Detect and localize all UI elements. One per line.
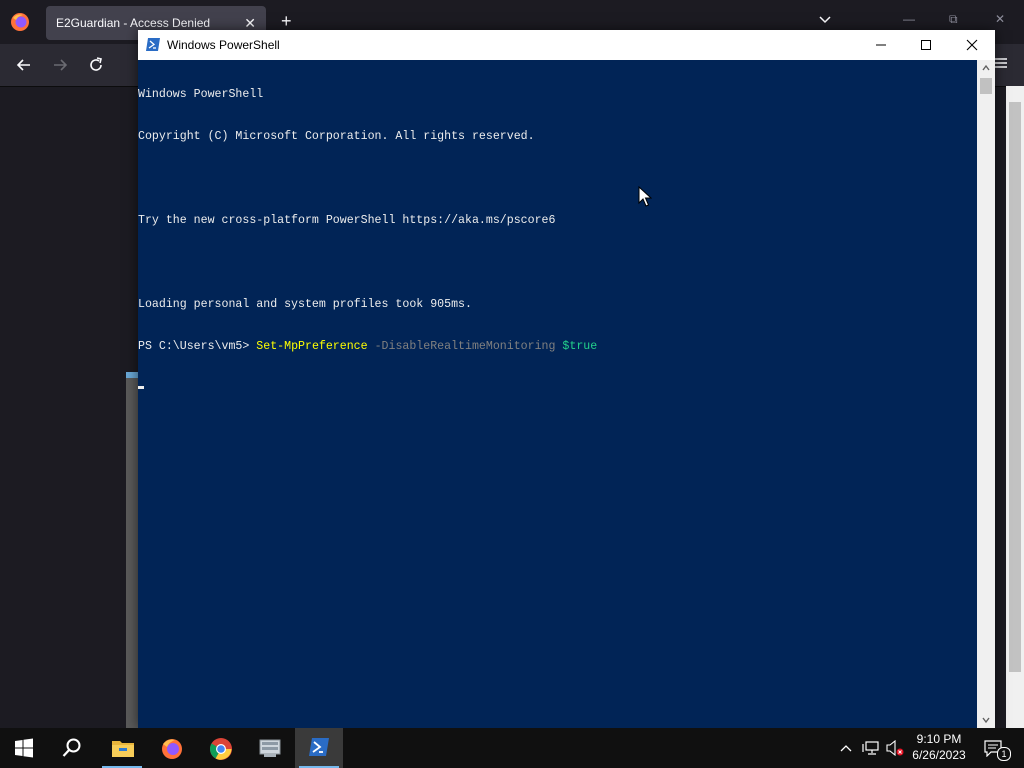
command-line: PS C:\Users\vm5> Set-MpPreference -Disab… [138, 340, 597, 354]
taskbar-chrome[interactable] [196, 728, 244, 768]
firefox-logo-icon [11, 13, 29, 31]
tab-title: E2Guardian - Access Denied [56, 16, 211, 30]
browser-scrollbar-thumb[interactable] [1009, 102, 1021, 672]
maximize-icon [921, 40, 931, 50]
console-line: Loading personal and system profiles too… [138, 298, 472, 311]
clock-date: 6/26/2023 [912, 748, 966, 762]
list-all-tabs-icon[interactable] [817, 12, 833, 28]
console-line: Copyright (C) Microsoft Corporation. All… [138, 130, 535, 143]
notification-badge: 1 [997, 747, 1011, 761]
browser-restore-button[interactable]: ⧉ [949, 12, 958, 27]
close-icon [966, 39, 978, 51]
console-line: Try the new cross-platform PowerShell ht… [138, 214, 556, 227]
search-button[interactable] [48, 728, 96, 768]
minimize-icon [876, 44, 886, 46]
command-name: Set-MpPreference [256, 340, 368, 353]
clock-time: 9:10 PM [916, 732, 962, 746]
network-icon[interactable] [862, 740, 880, 756]
server-manager-icon [259, 739, 281, 757]
firefox-icon [162, 739, 182, 759]
command-argument: $true [562, 340, 598, 353]
scroll-up-arrow-icon[interactable] [980, 62, 992, 74]
text-cursor [138, 386, 144, 390]
minimize-button[interactable] [858, 30, 904, 60]
app-menu-icon[interactable] [994, 56, 1008, 70]
back-arrow-icon[interactable] [15, 56, 33, 74]
chrome-icon [210, 738, 232, 760]
browser-close-button[interactable]: ✕ [995, 12, 1005, 26]
taskbar: 9:10 PM 6/26/2023 [0, 728, 1024, 768]
system-clock[interactable]: 9:10 PM 6/26/2023 [904, 731, 974, 763]
start-button[interactable] [0, 728, 48, 768]
new-tab-button[interactable]: + [281, 11, 292, 32]
search-icon [62, 738, 81, 757]
scrollbar-thumb[interactable] [980, 78, 992, 94]
scroll-down-arrow-icon[interactable] [980, 714, 992, 726]
powershell-titlebar[interactable]: Windows PowerShell [138, 30, 995, 60]
forward-arrow-icon[interactable] [51, 56, 69, 74]
taskbar-server-manager[interactable] [245, 728, 293, 768]
background-window-edge [126, 372, 138, 728]
console-scrollbar[interactable] [977, 60, 995, 728]
powershell-icon [146, 38, 160, 51]
browser-minimize-button[interactable]: — [903, 12, 915, 26]
window-title: Windows PowerShell [167, 38, 280, 52]
reload-icon[interactable] [87, 56, 105, 74]
prompt: PS C:\Users\vm5> [138, 340, 257, 353]
console-output: Windows PowerShell Copyright (C) Microso… [138, 60, 597, 424]
cursor-line [138, 382, 597, 396]
console-area[interactable]: Windows PowerShell Copyright (C) Microso… [138, 60, 977, 728]
powershell-window: Windows PowerShell Windows PowerShell Co… [138, 30, 995, 728]
close-button[interactable] [949, 30, 995, 60]
volume-muted-icon[interactable] [885, 740, 905, 756]
taskbar-firefox[interactable] [147, 728, 195, 768]
taskbar-powershell[interactable] [295, 728, 343, 768]
mouse-pointer-icon [638, 186, 652, 207]
show-hidden-icons-chevron-icon[interactable] [839, 741, 853, 755]
maximize-button[interactable] [903, 30, 949, 60]
powershell-icon [309, 738, 329, 756]
file-explorer-icon [112, 741, 134, 757]
taskbar-file-explorer[interactable] [98, 728, 146, 768]
windows-start-icon [15, 738, 33, 758]
console-line: Windows PowerShell [138, 88, 264, 101]
command-parameter: -DisableRealtimeMonitoring [367, 340, 563, 353]
